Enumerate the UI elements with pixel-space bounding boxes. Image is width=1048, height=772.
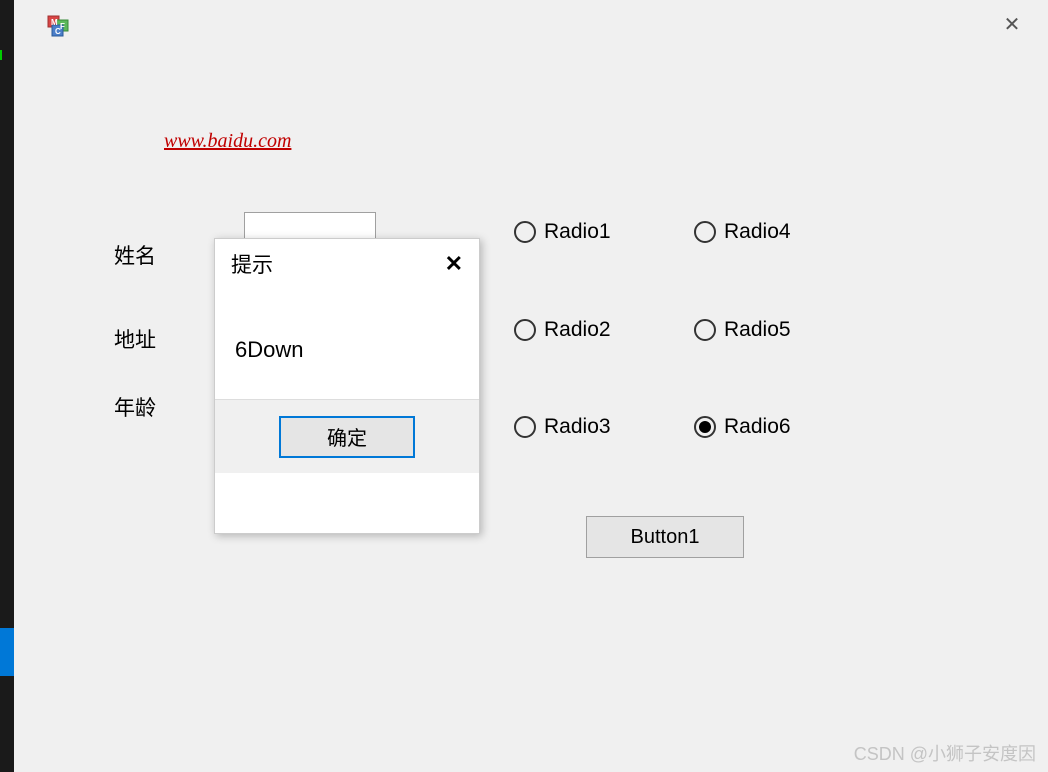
ok-label: 确定 [327,422,367,451]
radio-3[interactable]: Radio3 [514,415,611,439]
radio-icon [514,319,536,341]
radio-4[interactable]: Radio4 [694,220,791,244]
message-box-titlebar: 提示 ✕ [215,239,479,289]
svg-text:C: C [55,27,61,36]
radio-icon [514,416,536,438]
radio-icon [694,221,716,243]
radio-label: Radio3 [544,415,611,439]
message-box: 提示 ✕ 6Down 确定 [214,238,480,534]
radio-5[interactable]: Radio5 [694,318,791,342]
radio-icon [514,221,536,243]
radio-label: Radio5 [724,318,791,342]
message-box-title: 提示 [231,249,273,279]
mfc-icon: M F C [46,14,70,38]
radio-label: Radio1 [544,220,611,244]
label-age: 年龄 [114,392,156,422]
button-label: Button1 [631,526,700,549]
close-icon: ✕ [445,251,463,276]
radio-label: Radio6 [724,415,791,439]
message-box-footer: 确定 [215,399,479,473]
radio-icon-selected [694,416,716,438]
radio-icon [694,319,716,341]
baidu-link[interactable]: www.baidu.com [164,130,291,153]
label-address: 地址 [114,324,156,354]
window-close-button[interactable]: ✕ [988,4,1036,44]
radio-1[interactable]: Radio1 [514,220,611,244]
close-icon: ✕ [1004,12,1021,37]
radio-2[interactable]: Radio2 [514,318,611,342]
radio-6[interactable]: Radio6 [694,415,791,439]
main-window: M F C ✕ www.baidu.com 姓名 地址 年龄 Radio1 Ra… [14,0,1048,772]
button-1[interactable]: Button1 [586,516,744,558]
message-box-body: 6Down [215,289,479,399]
message-box-close-button[interactable]: ✕ [445,251,463,277]
csdn-watermark: CSDN @小狮子安度因 [854,740,1036,766]
radio-label: Radio4 [724,220,791,244]
label-name: 姓名 [114,240,156,270]
titlebar: M F C ✕ [14,0,1048,48]
svg-text:M: M [51,18,58,27]
editor-left-strip-blue [0,628,14,676]
radio-label: Radio2 [544,318,611,342]
message-box-text: 6Down [235,337,303,362]
message-box-ok-button[interactable]: 确定 [279,416,415,458]
